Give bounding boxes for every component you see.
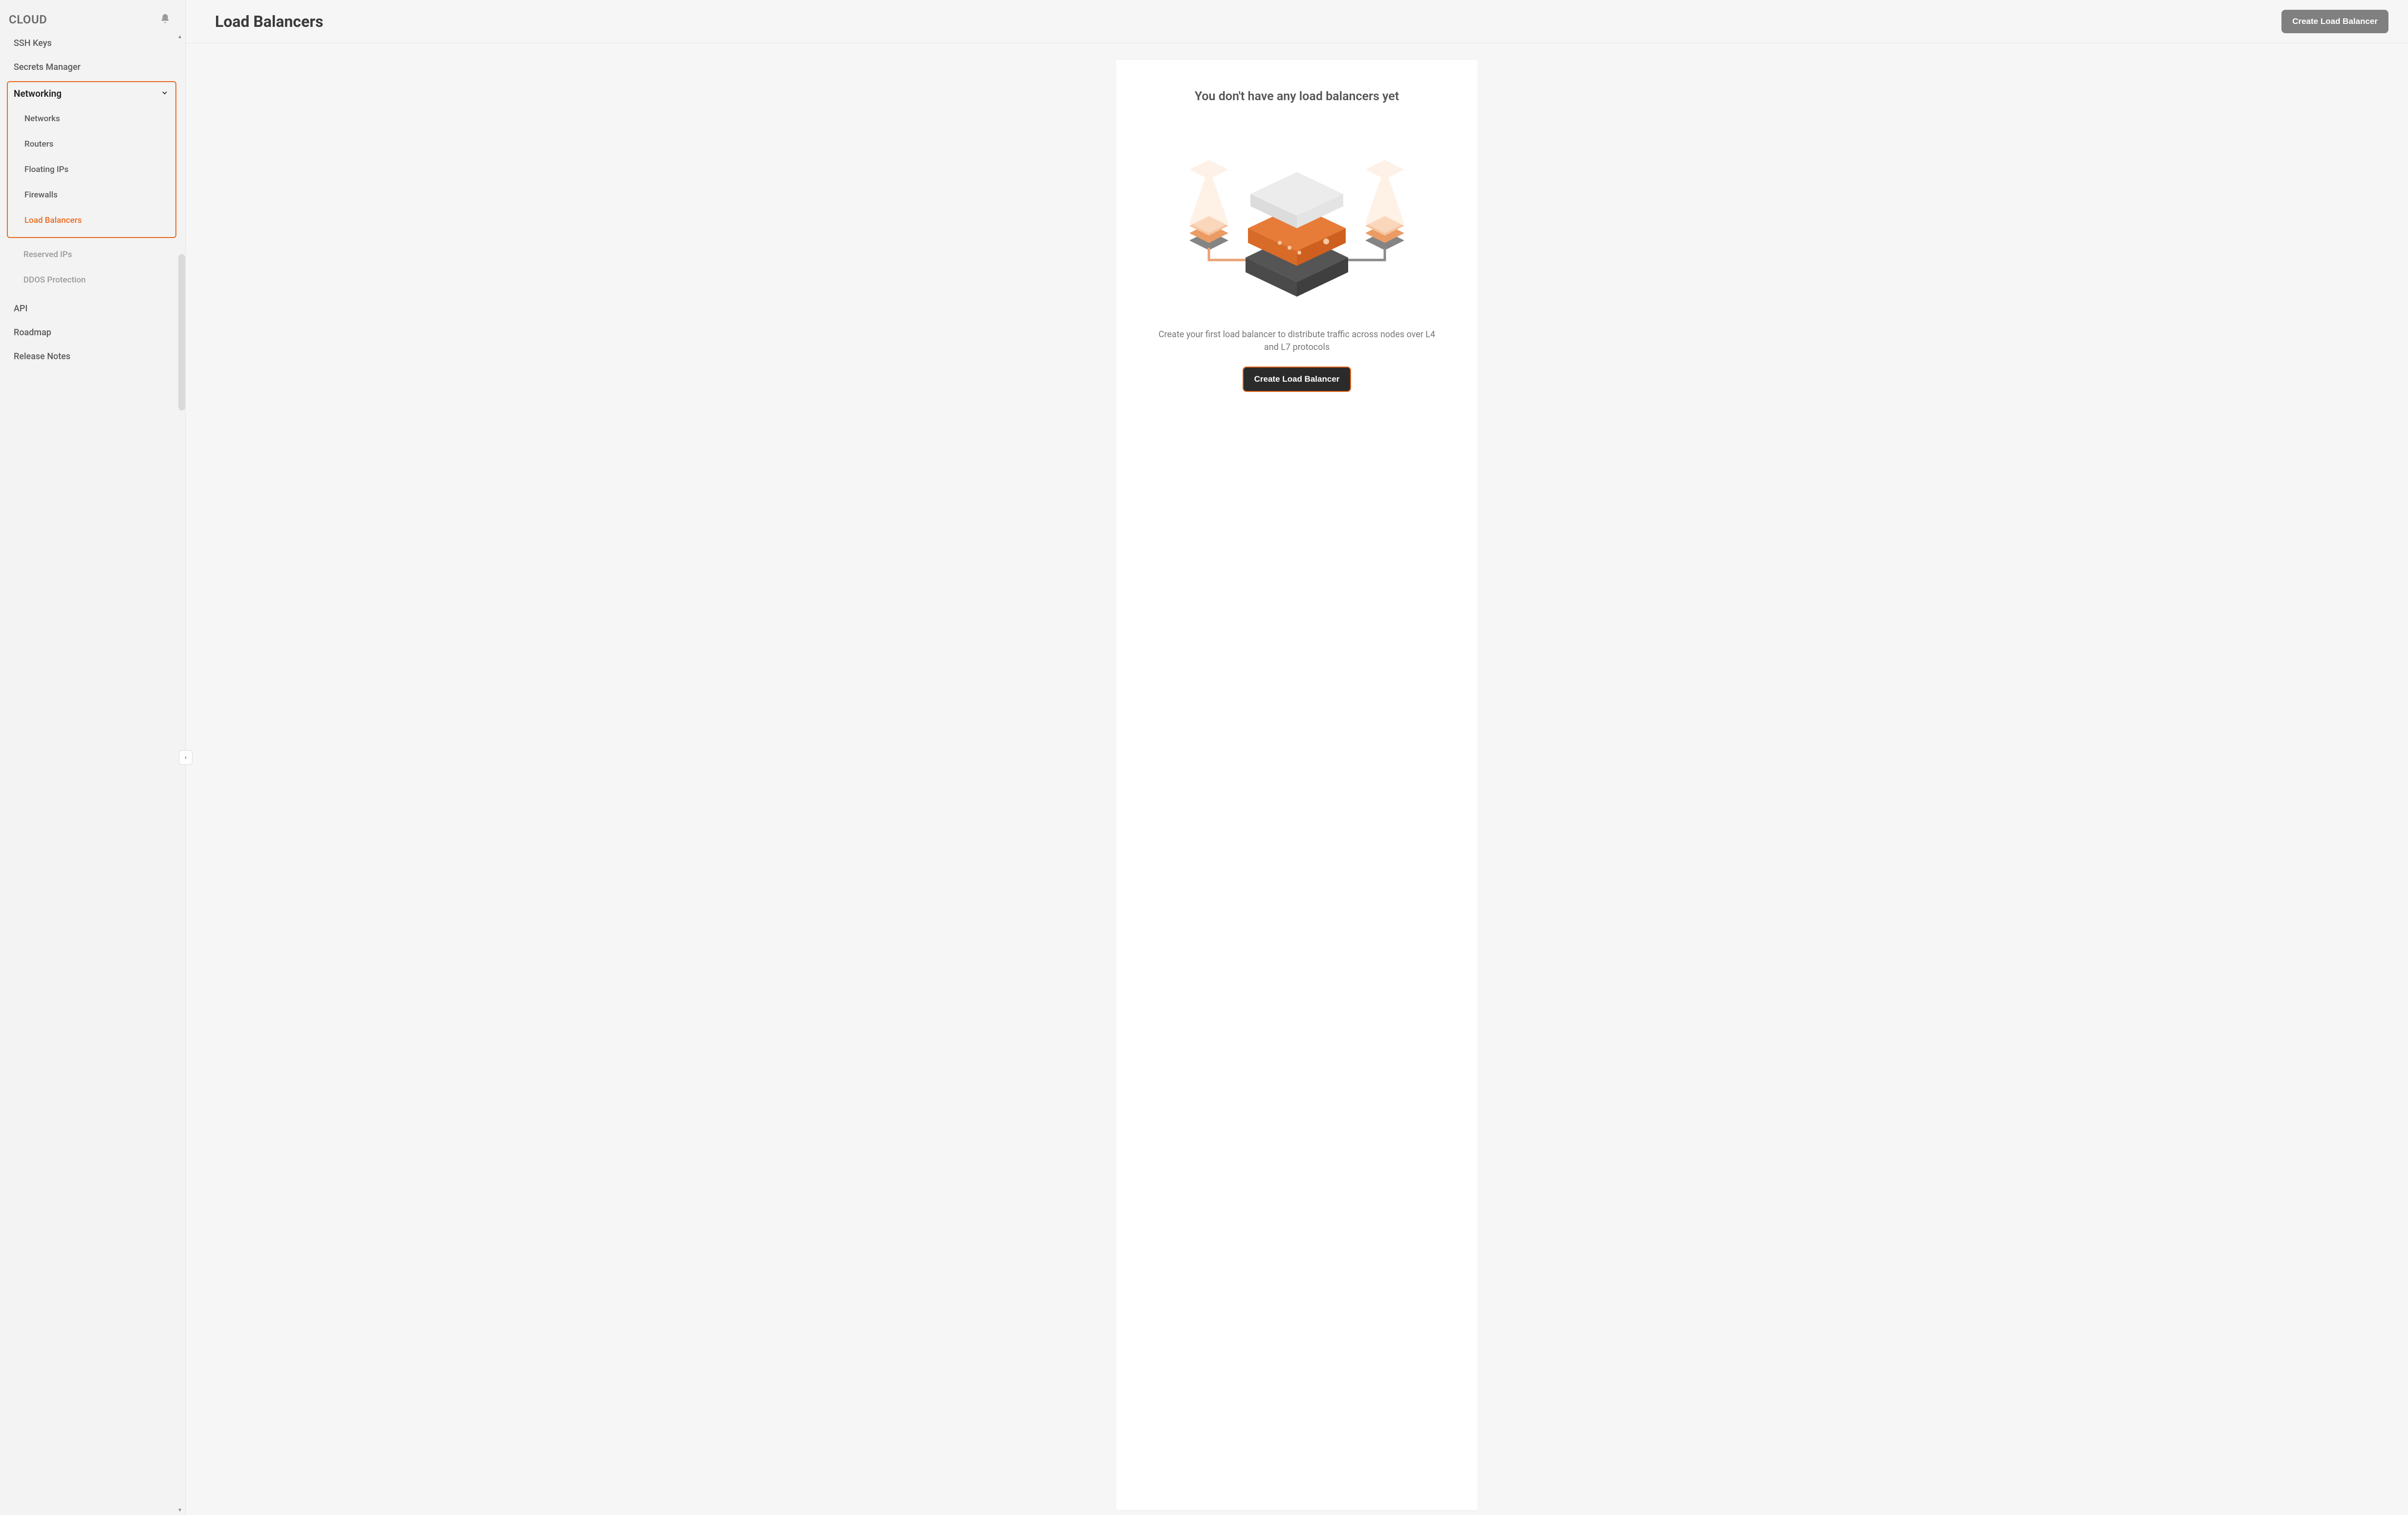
sidebar-item-ddos-protection[interactable]: DDOS Protection — [7, 267, 183, 293]
create-load-balancer-button[interactable]: Create Load Balancer — [1243, 367, 1352, 392]
main: Load Balancers Create Load Balancer You … — [186, 0, 2408, 1515]
sidebar-sub-networking-extra: Reserved IPs DDOS Protection — [7, 241, 183, 297]
sidebar-bottom-group: API Roadmap Release Notes — [0, 297, 183, 368]
sidebar-section-networking: Networking Networks Routers Floating IPs… — [7, 81, 176, 238]
sidebar: CLOUD ▲ SSH Keys Secrets Manager Network… — [0, 0, 186, 1515]
sidebar-scrollbar-thumb[interactable] — [178, 254, 185, 411]
chevron-down-icon — [161, 88, 169, 99]
sidebar-item-ssh-keys[interactable]: SSH Keys — [0, 31, 183, 55]
create-load-balancer-button-header[interactable]: Create Load Balancer — [2281, 10, 2388, 33]
sidebar-item-floating-ips[interactable]: Floating IPs — [8, 157, 175, 182]
empty-state-title: You don't have any load balancers yet — [1195, 89, 1399, 104]
chevron-left-icon: ‹ — [185, 754, 187, 761]
page-header: Load Balancers Create Load Balancer — [186, 0, 2408, 43]
sidebar-top-group: SSH Keys Secrets Manager — [0, 31, 183, 79]
load-balancer-illustration — [1170, 133, 1424, 299]
sidebar-scroll-down[interactable]: ▼ — [177, 1508, 182, 1513]
sidebar-sub-networking: Networks Routers Floating IPs Firewalls … — [8, 105, 175, 237]
app-root: CLOUD ▲ SSH Keys Secrets Manager Network… — [0, 0, 2408, 1515]
page-title: Load Balancers — [215, 12, 323, 31]
sidebar-scroll-up[interactable]: ▲ — [177, 34, 182, 40]
sidebar-header: CLOUD — [0, 0, 185, 31]
sidebar-item-release-notes[interactable]: Release Notes — [0, 345, 183, 368]
sidebar-section-header-networking[interactable]: Networking — [8, 82, 175, 105]
empty-state-card: You don't have any load balancers yet — [1116, 60, 1478, 1510]
sidebar-item-firewalls[interactable]: Firewalls — [8, 182, 175, 208]
sidebar-item-routers[interactable]: Routers — [8, 131, 175, 157]
sidebar-item-api[interactable]: API — [0, 297, 183, 321]
content: You don't have any load balancers yet — [186, 43, 2408, 1515]
sidebar-item-reserved-ips[interactable]: Reserved IPs — [7, 242, 183, 267]
empty-state-subtitle: Create your first load balancer to distr… — [1155, 328, 1439, 354]
sidebar-item-networks[interactable]: Networks — [8, 106, 175, 131]
sidebar-item-load-balancers[interactable]: Load Balancers — [8, 208, 175, 233]
sidebar-section-label: Networking — [14, 88, 62, 99]
bell-icon[interactable] — [160, 13, 171, 26]
brand-label: CLOUD — [9, 13, 47, 26]
sidebar-collapse-handle[interactable]: ‹ — [179, 750, 193, 765]
sidebar-scroll[interactable]: SSH Keys Secrets Manager Networking Netw… — [0, 31, 185, 1515]
sidebar-item-roadmap[interactable]: Roadmap — [0, 321, 183, 345]
sidebar-item-secrets-manager[interactable]: Secrets Manager — [0, 55, 183, 79]
